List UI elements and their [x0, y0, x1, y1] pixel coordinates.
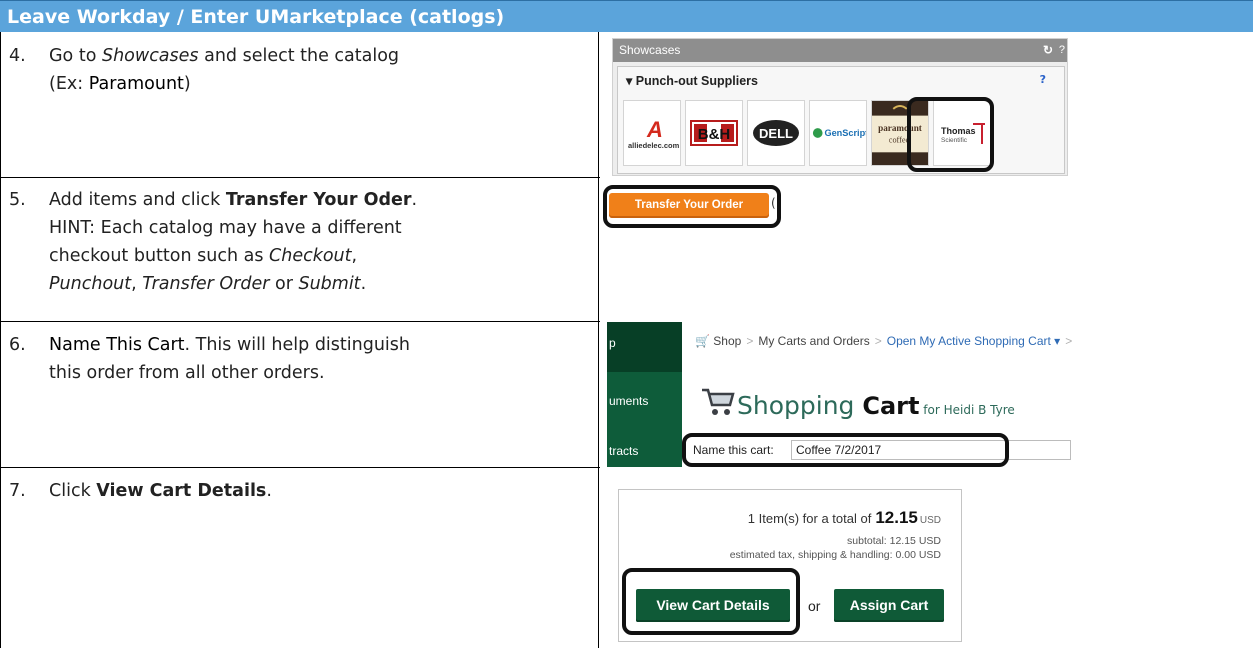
total-amount: 12.15	[875, 508, 918, 527]
step-6: 6. Name This Cart. This will help disting…	[9, 331, 410, 387]
table-border-left	[0, 32, 1, 648]
row-divider	[0, 177, 600, 178]
cart-icon: 🛒	[695, 334, 710, 348]
showcases-panel: Showcases ↻ ? ▾ Punch-out Suppliers ? A …	[612, 38, 1068, 176]
highlight-transfer-button	[603, 185, 781, 228]
assign-cart-button[interactable]: Assign Cart	[834, 589, 944, 622]
breadcrumb-carts[interactable]: My Carts and Orders	[758, 334, 869, 348]
shopping-cart-icon	[701, 387, 735, 421]
highlight-cart-name	[682, 433, 1009, 467]
svg-text:DELL: DELL	[759, 126, 793, 141]
step-number: 4.	[9, 46, 26, 66]
sidebar-item-contracts[interactable]: tracts	[609, 444, 638, 458]
row-divider	[0, 321, 600, 322]
breadcrumb: 🛒 Shop > My Carts and Orders > Open My Activ…	[695, 334, 1073, 348]
step-number: 6.	[9, 335, 26, 355]
help-icon[interactable]: ?	[1040, 73, 1046, 86]
document-page: Leave Workday / Enter UMarketplace (catl…	[0, 0, 1253, 648]
step-number: 7.	[9, 481, 26, 501]
sidebar: p uments tracts	[607, 322, 682, 467]
table-divider	[598, 32, 599, 648]
section-title[interactable]: ▾ Punch-out Suppliers	[618, 67, 1064, 88]
page-title: Shopping Cart for Heidi B Tyre	[737, 391, 1015, 420]
step-4: 4. Go to Showcases and select the catalog…	[9, 42, 399, 98]
punchout-suppliers-section: ▾ Punch-out Suppliers ? A alliedelec.com	[617, 66, 1065, 174]
refresh-icon[interactable]: ↻	[1043, 39, 1053, 62]
section-header: Leave Workday / Enter UMarketplace (catl…	[0, 0, 1253, 32]
supplier-genscript-logo[interactable]: GenScript	[809, 100, 867, 166]
svg-text:alliedelec.com: alliedelec.com	[628, 141, 679, 150]
svg-text:B&H: B&H	[698, 126, 731, 143]
supplier-bh-logo[interactable]: B&H	[685, 100, 743, 166]
or-text: or	[808, 598, 821, 614]
supplier-dell-logo[interactable]: DELL	[747, 100, 805, 166]
step-7: 7. Click View Cart Details.	[9, 477, 272, 505]
supplier-allied-logo[interactable]: A alliedelec.com	[623, 100, 681, 166]
breadcrumb-shop[interactable]: Shop	[713, 334, 741, 348]
catalog-example: Paramount	[88, 74, 184, 94]
estimated-tax: estimated tax, shipping & handling: 0.00…	[729, 549, 941, 561]
breadcrumb-active-cart[interactable]: Open My Active Shopping Cart ▾	[887, 334, 1060, 348]
showcases-header: Showcases ↻ ?	[613, 39, 1067, 62]
row-divider	[0, 467, 600, 468]
highlight-paramount	[907, 97, 994, 172]
svg-text:A: A	[646, 117, 663, 142]
total-summary: 1 Item(s) for a total of 12.15 USD	[747, 508, 941, 527]
subtotal: subtotal: 12.15 USD	[847, 535, 941, 547]
step-number: 5.	[9, 190, 26, 210]
step-5: 5. Add items and click Transfer Your Oder…	[9, 186, 417, 298]
svg-text:GenScript: GenScript	[824, 128, 866, 138]
sidebar-item[interactable]: p	[609, 336, 616, 350]
highlight-view-cart-details	[622, 568, 800, 635]
help-icon[interactable]: ?	[1059, 39, 1065, 62]
sidebar-item-documents[interactable]: uments	[609, 394, 648, 408]
